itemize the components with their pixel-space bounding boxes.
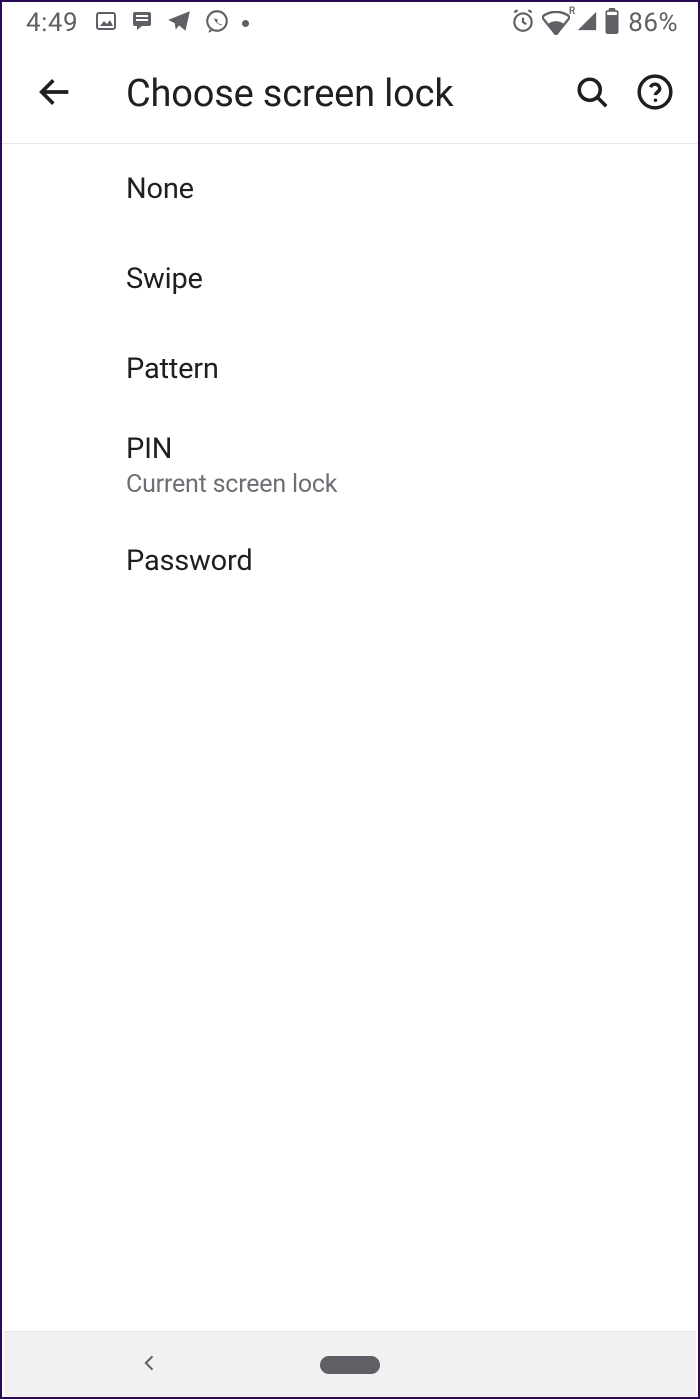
- cellular-signal-icon: [576, 10, 598, 36]
- nav-home-pill[interactable]: [320, 1356, 380, 1374]
- lock-option-sub: Current screen lock: [126, 470, 674, 499]
- wifi-roaming-badge: R: [569, 6, 575, 17]
- lock-option-pattern[interactable]: Pattern: [2, 324, 698, 414]
- status-bar: 4:49 R 86%: [2, 2, 698, 44]
- back-button[interactable]: [26, 72, 84, 116]
- message-icon: [130, 9, 154, 37]
- battery-icon: [604, 8, 620, 38]
- lock-option-none[interactable]: None: [2, 144, 698, 234]
- lock-option-label: Swipe: [126, 262, 674, 296]
- lock-option-label: Pattern: [126, 352, 674, 386]
- whatsapp-icon: [204, 8, 230, 38]
- help-button[interactable]: [636, 73, 674, 115]
- search-icon: [574, 74, 610, 114]
- clock: 4:49: [26, 8, 78, 38]
- lock-option-pin[interactable]: PIN Current screen lock: [2, 414, 698, 516]
- app-header: Choose screen lock: [2, 44, 698, 144]
- telegram-icon: [166, 8, 192, 38]
- lock-option-label: None: [126, 172, 674, 206]
- battery-percent: 86%: [628, 8, 678, 38]
- arrow-left-icon: [35, 72, 75, 116]
- chevron-left-icon: [140, 1361, 160, 1380]
- photos-icon: [94, 9, 118, 37]
- system-nav-bar: [4, 1331, 696, 1397]
- status-right: R 86%: [510, 8, 678, 38]
- alarm-icon: [510, 8, 536, 38]
- nav-back-button[interactable]: [40, 1350, 160, 1380]
- search-button[interactable]: [574, 74, 610, 114]
- wifi-icon: R: [542, 11, 570, 35]
- help-icon: [636, 73, 674, 115]
- lock-option-label: PIN: [126, 432, 674, 466]
- lock-option-swipe[interactable]: Swipe: [2, 234, 698, 324]
- lock-options-list: None Swipe Pattern PIN Current screen lo…: [2, 144, 698, 606]
- header-actions: [574, 73, 674, 115]
- overflow-dot-icon: [242, 20, 249, 27]
- status-left: 4:49: [26, 8, 249, 38]
- lock-option-password[interactable]: Password: [2, 516, 698, 606]
- page-title: Choose screen lock: [126, 72, 564, 116]
- lock-option-label: Password: [126, 544, 674, 578]
